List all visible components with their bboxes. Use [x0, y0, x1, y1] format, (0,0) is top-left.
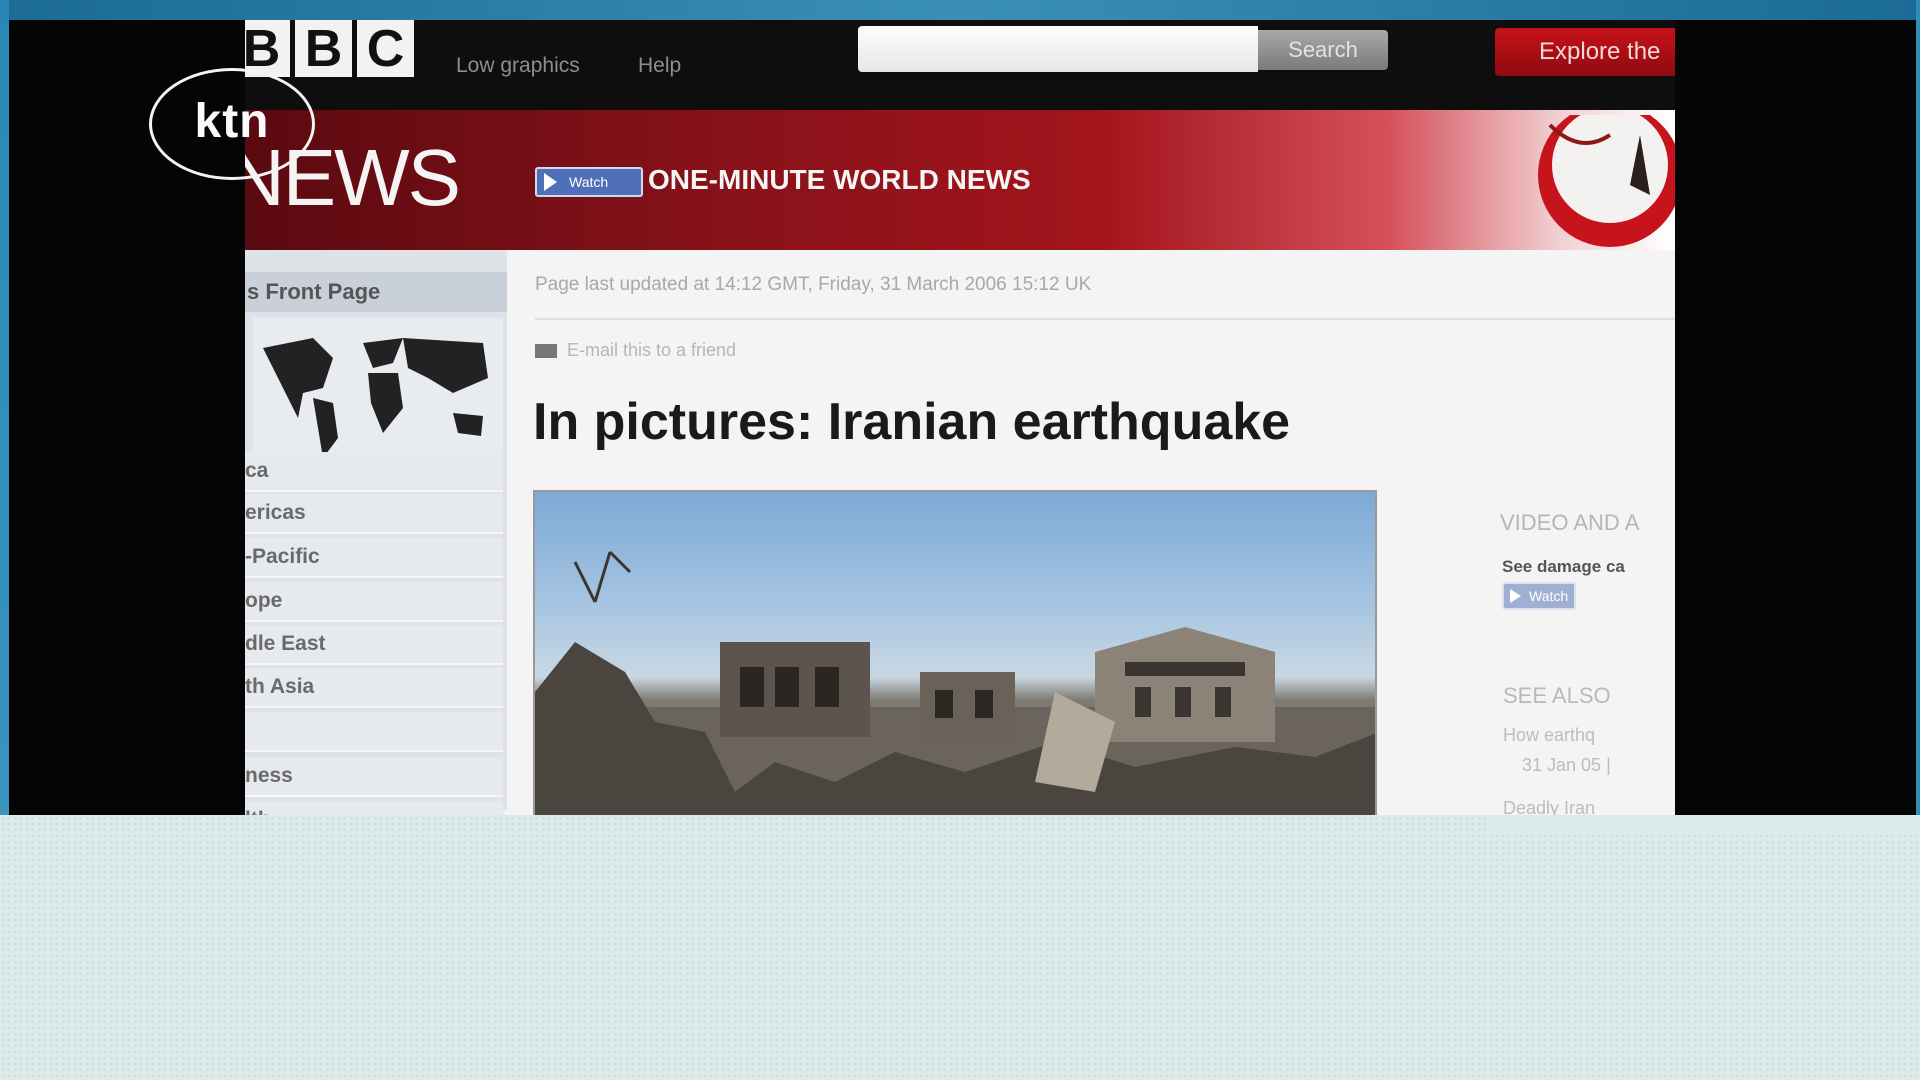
- see-also-heading: SEE ALSO: [1503, 683, 1611, 708]
- banner-globe-icon: [1538, 115, 1675, 247]
- watch-video-label: Watch: [1529, 588, 1569, 604]
- bbc-logo-block: B: [245, 20, 290, 78]
- ktn-channel-logo: ktn: [149, 68, 315, 180]
- video-audio-heading: VIDEO AND A: [1500, 510, 1640, 535]
- help-link[interactable]: Help: [638, 54, 681, 78]
- page-title: In pictures: Iranian earthquake: [533, 393, 1291, 451]
- one-minute-world-news-link[interactable]: ONE-MINUTE WORLD NEWS: [648, 164, 1031, 196]
- nav-item-africa[interactable]: ca: [245, 452, 503, 492]
- see-also-date: 31 Jan 05 |: [1522, 755, 1611, 775]
- ktn-logo-text: ktn: [194, 94, 270, 148]
- broadcast-frame-left: [0, 0, 9, 830]
- broadcast-frame-right: [1916, 0, 1920, 830]
- see-also-link[interactable]: How earthq: [1503, 725, 1595, 746]
- search-input[interactable]: [858, 26, 1258, 72]
- rubble-image-icon: [535, 550, 1375, 828]
- nav-item-asia-pacific[interactable]: -Pacific: [245, 538, 503, 578]
- play-icon: [544, 173, 557, 191]
- nav-item-business[interactable]: ness: [245, 757, 503, 797]
- email-friend-link[interactable]: E-mail this to a friend: [567, 340, 736, 361]
- bbc-logo-block: C: [357, 20, 414, 78]
- world-map-icon[interactable]: [253, 318, 503, 468]
- nav-item-blank[interactable]: [245, 712, 503, 752]
- nav-item-americas[interactable]: ericas: [245, 494, 503, 534]
- video-item-title[interactable]: See damage ca: [1502, 557, 1625, 577]
- broadcast-frame-top: [0, 0, 1920, 20]
- low-graphics-link[interactable]: Low graphics: [456, 54, 580, 78]
- earthquake-photo[interactable]: [533, 490, 1377, 830]
- explore-button[interactable]: Explore the: [1495, 28, 1675, 76]
- page-updated-timestamp: Page last updated at 14:12 GMT, Friday, …: [535, 274, 1092, 295]
- play-icon: [1510, 589, 1521, 603]
- broadcast-lower-band-edge: [1490, 815, 1920, 831]
- watch-badge[interactable]: Watch: [535, 167, 643, 197]
- nav-item-europe[interactable]: ope: [245, 582, 503, 622]
- broadcast-lower-band: [0, 815, 1920, 1080]
- bbc-logo-block: B: [295, 20, 352, 78]
- nav-front-page[interactable]: s Front Page: [245, 272, 507, 312]
- nav-item-middle-east[interactable]: dle East: [245, 625, 503, 665]
- nav-item-south-asia[interactable]: th Asia: [245, 668, 503, 708]
- watch-video-button[interactable]: Watch: [1502, 582, 1576, 610]
- watch-badge-label: Watch: [569, 174, 609, 190]
- email-icon: [535, 344, 557, 358]
- divider: [535, 318, 1675, 320]
- browser-screen: B B C Low graphics Help Search Explore t…: [245, 20, 1675, 830]
- bbc-logo[interactable]: B B C: [245, 20, 414, 78]
- search-button[interactable]: Search: [1258, 30, 1388, 70]
